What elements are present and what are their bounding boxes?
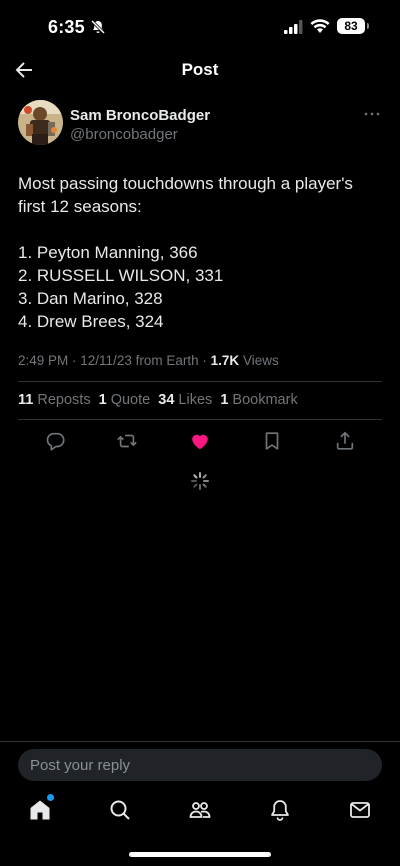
quotes-label: Quote: [110, 392, 151, 408]
notifications-icon[interactable]: [268, 798, 292, 822]
tab-home[interactable]: [28, 794, 54, 822]
communities-icon[interactable]: [188, 798, 212, 822]
list-item: 1. Peyton Manning, 366: [18, 243, 198, 262]
post-author: Sam BroncoBadger @broncobadger: [18, 100, 382, 148]
home-indicator: [129, 852, 271, 857]
avatar[interactable]: [18, 100, 63, 145]
cellular-signal-icon: [284, 20, 303, 34]
quotes-count: 1: [98, 392, 107, 408]
home-icon: [30, 800, 50, 820]
repost-icon[interactable]: [116, 430, 138, 452]
status-time: 6:35: [48, 17, 85, 37]
post-meta: 2:49 PM · 12/11/23 from Earth · 1.7K Vie…: [18, 353, 279, 368]
share-icon[interactable]: [334, 430, 356, 452]
list-item: 2. RUSSELL WILSON, 331: [18, 266, 224, 285]
author-name[interactable]: Sam BroncoBadger: [70, 107, 210, 124]
reposts-stat[interactable]: 11 Reposts: [18, 392, 91, 408]
post-text: Most passing touchdowns through a player…: [18, 172, 382, 333]
bookmark-icon[interactable]: [261, 430, 283, 452]
status-bar: 6:35 83: [0, 0, 400, 54]
author-handle[interactable]: @broncobadger: [70, 126, 178, 143]
notification-dot: [47, 794, 54, 801]
wifi-icon: [310, 19, 330, 33]
bookmarks-label: Bookmark: [232, 392, 298, 408]
post-time[interactable]: 2:49 PM: [18, 353, 68, 368]
more-icon[interactable]: [362, 106, 382, 122]
reply-icon[interactable]: [44, 430, 66, 452]
post-actions: [18, 430, 382, 452]
post-source: from Earth: [135, 353, 199, 368]
list-item: 3. Dan Marino, 328: [18, 289, 163, 308]
post-date[interactable]: 12/11/23: [80, 353, 132, 368]
reply-placeholder: Post your reply: [30, 757, 131, 774]
views-count: 1.7K: [210, 353, 240, 368]
page-title: Post: [181, 60, 219, 79]
top-nav-bar: Post: [0, 54, 400, 90]
search-icon[interactable]: [108, 798, 132, 822]
views-label: Views: [242, 353, 279, 368]
like-icon[interactable]: [189, 430, 211, 452]
loading-spinner-icon: [191, 472, 209, 490]
likes-label: Likes: [178, 392, 213, 408]
divider: [18, 419, 382, 420]
divider: [0, 741, 400, 742]
engagement-stats: 11 Reposts 1 Quote 34 Likes 1 Bookmark: [18, 392, 302, 408]
messages-icon[interactable]: [348, 798, 372, 822]
bottom-tab-bar: [0, 794, 400, 828]
quotes-stat[interactable]: 1 Quote: [99, 392, 151, 408]
bookmarks-count: 1: [220, 392, 229, 408]
divider: [18, 381, 382, 382]
list-item: 4. Drew Brees, 324: [18, 312, 164, 331]
post-intro: Most passing touchdowns through a player…: [18, 174, 353, 216]
likes-count: 34: [158, 392, 175, 408]
bookmarks-stat[interactable]: 1 Bookmark: [220, 392, 297, 408]
battery-indicator: 83: [337, 18, 369, 34]
reposts-count: 11: [18, 392, 34, 408]
reposts-label: Reposts: [37, 392, 91, 408]
likes-stat[interactable]: 34 Likes: [158, 392, 212, 408]
reply-input[interactable]: Post your reply: [18, 749, 382, 781]
bell-muted-icon: [90, 19, 106, 35]
